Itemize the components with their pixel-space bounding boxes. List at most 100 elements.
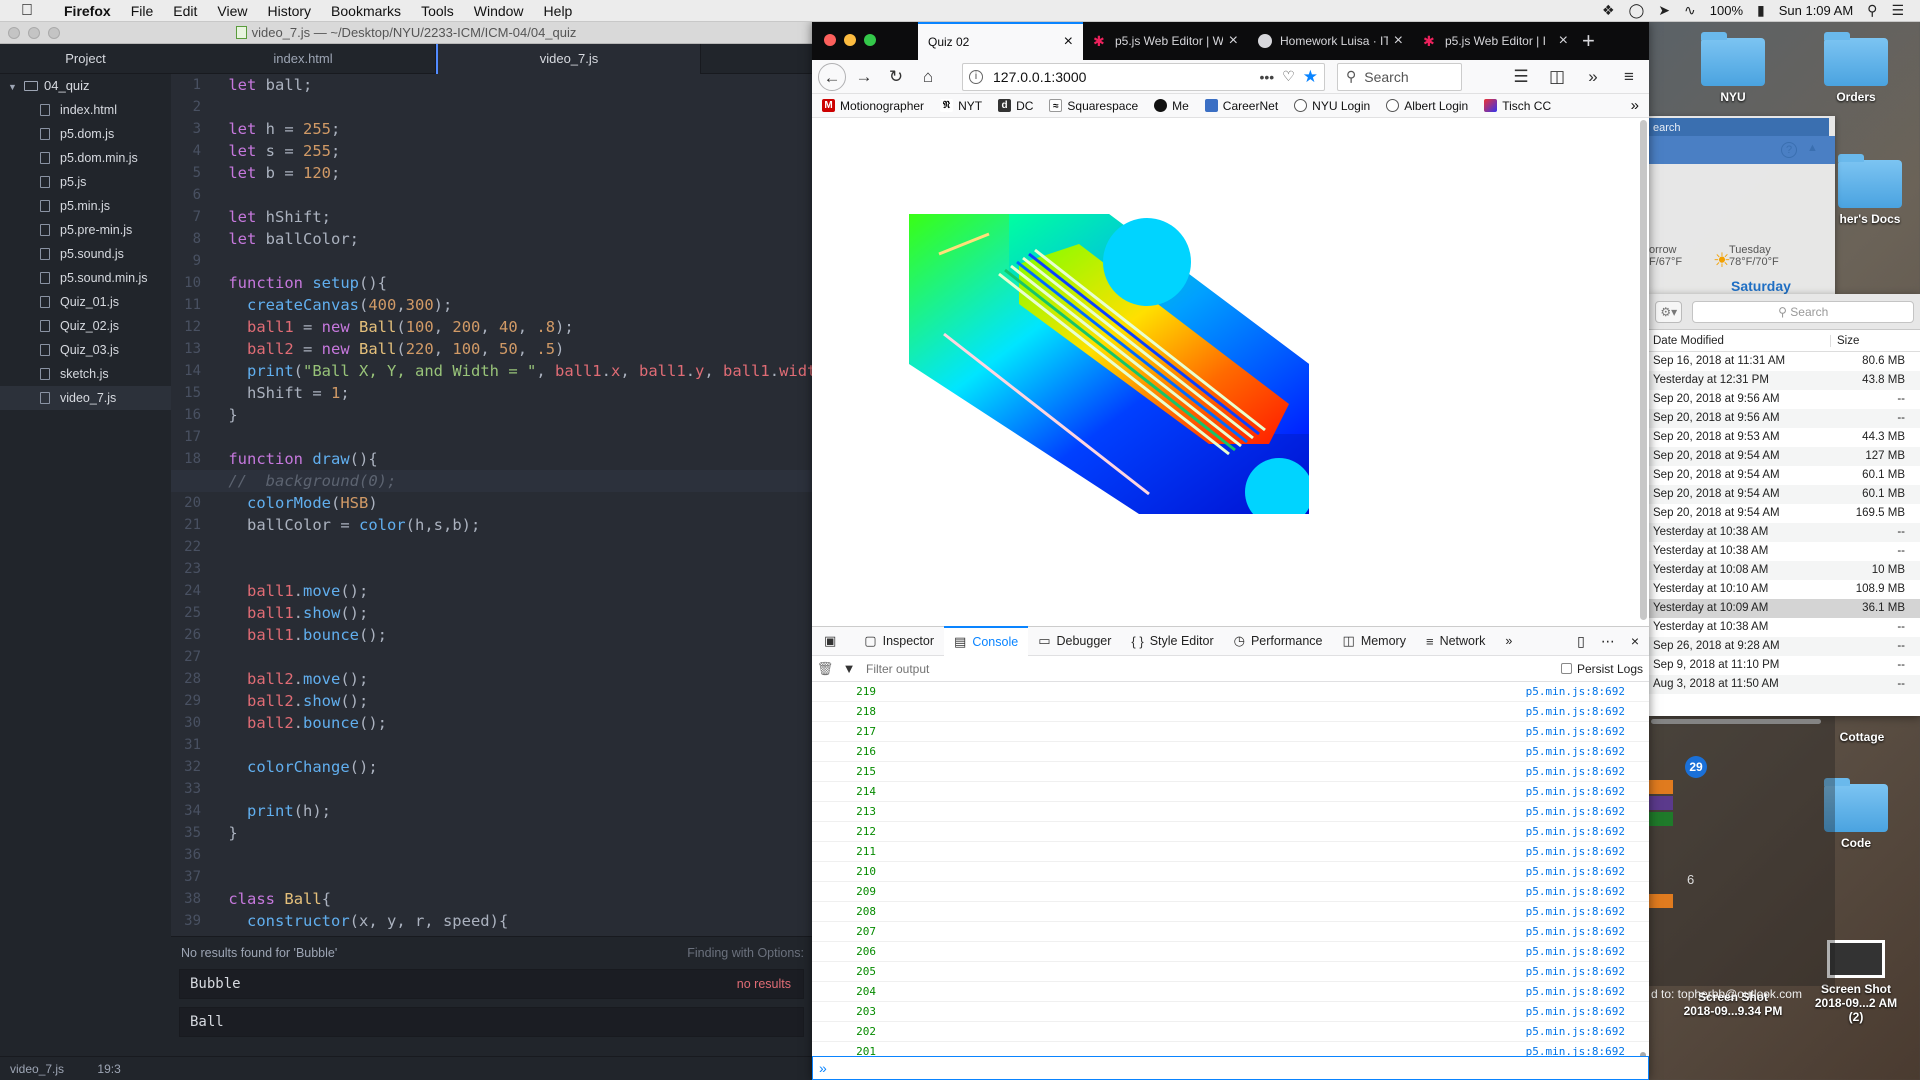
finder-row[interactable]: Sep 20, 2018 at 9:53 AM 44.3 MB <box>1649 428 1920 447</box>
code-line[interactable]: print("Ball X, Y, and Width = ", ball1.x… <box>219 360 812 382</box>
tree-file[interactable]: video_7.js <box>0 386 171 410</box>
devtools-tab-style-editor[interactable]: { } Style Editor <box>1121 626 1223 656</box>
tree-file[interactable]: sketch.js <box>0 362 171 386</box>
code-line[interactable] <box>219 558 812 580</box>
code-line[interactable]: let ball; <box>219 74 812 96</box>
code-line[interactable]: ball2.move(); <box>219 668 812 690</box>
code-line[interactable] <box>219 96 812 118</box>
code-line[interactable]: let b = 120; <box>219 162 812 184</box>
status-file[interactable]: video_7.js <box>10 1062 64 1076</box>
bookmark-motionographer[interactable]: M Motionographer <box>822 99 924 113</box>
finder-row[interactable]: Yesterday at 10:38 AM -- <box>1649 542 1920 561</box>
tree-file[interactable]: p5.dom.min.js <box>0 146 171 170</box>
code-line[interactable]: colorMode(HSB) <box>219 492 812 514</box>
devtools-tab-console[interactable]: ▤ Console <box>944 626 1029 656</box>
creative-cloud-icon[interactable]: ◯ <box>1629 2 1645 19</box>
tab-index-html[interactable]: index.html <box>171 44 436 74</box>
code-line[interactable]: ball1.show(); <box>219 602 812 624</box>
wifi-icon[interactable]: ∿ <box>1684 2 1696 19</box>
project-folder[interactable]: ▼ 04_quiz <box>0 74 171 98</box>
tab-homework[interactable]: Homework Luisa · IT × <box>1248 22 1413 60</box>
console-log-source-link[interactable]: p5.min.js:8:692 <box>1526 682 1625 702</box>
code-line[interactable]: ball2.show(); <box>219 690 812 712</box>
code-line[interactable] <box>219 250 812 272</box>
finder-row[interactable]: Yesterday at 10:38 AM -- <box>1649 618 1920 637</box>
desktop-folder-orders[interactable]: Orders <box>1806 32 1906 104</box>
close-icon[interactable]: × <box>1631 633 1639 650</box>
page-actions-icon[interactable]: ••• <box>1259 69 1274 85</box>
code-line[interactable] <box>219 734 812 756</box>
filter-output-input[interactable]: Filter output <box>866 662 1561 676</box>
zoom-button[interactable] <box>48 27 60 39</box>
code-line[interactable]: constructor(x, y, r, speed){ <box>219 910 812 932</box>
tree-file[interactable]: index.html <box>0 98 171 122</box>
console-log-source-link[interactable]: p5.min.js:8:692 <box>1526 942 1625 962</box>
overflow-chevron-icon[interactable]: » <box>1579 63 1607 91</box>
bookmark-star-icon[interactable]: ★ <box>1303 67 1318 87</box>
console-log-source-link[interactable]: p5.min.js:8:692 <box>1526 862 1625 882</box>
close-icon[interactable]: × <box>1394 32 1403 50</box>
tree-file[interactable]: p5.sound.min.js <box>0 266 171 290</box>
code-line[interactable] <box>219 426 812 448</box>
console-log-source-link[interactable]: p5.min.js:8:692 <box>1526 882 1625 902</box>
console-log-source-link[interactable]: p5.min.js:8:692 <box>1526 1002 1625 1022</box>
notification-center-icon[interactable]: ☰ <box>1891 2 1904 19</box>
code-line[interactable] <box>219 536 812 558</box>
code-line[interactable]: ball2.bounce(); <box>219 712 812 734</box>
menu-help[interactable]: Help <box>534 3 583 19</box>
tree-file[interactable]: Quiz_01.js <box>0 290 171 314</box>
tree-file[interactable]: p5.dom.js <box>0 122 171 146</box>
console-log-source-link[interactable]: p5.min.js:8:692 <box>1526 762 1625 782</box>
code-line[interactable]: print(h); <box>219 800 812 822</box>
desktop-folder-nyu[interactable]: NYU <box>1683 32 1783 104</box>
close-button[interactable] <box>824 34 836 46</box>
find-input[interactable]: Bubble no results <box>179 969 804 999</box>
tab-video-7-js[interactable]: video_7.js <box>436 44 701 74</box>
console-log-source-link[interactable]: p5.min.js:8:692 <box>1526 1042 1625 1056</box>
code-line[interactable] <box>219 646 812 668</box>
sidebar-icon[interactable]: ◫ <box>1543 63 1571 91</box>
finder-row[interactable]: Yesterday at 10:10 AM 108.9 MB <box>1649 580 1920 599</box>
menu-tools[interactable]: Tools <box>411 3 464 19</box>
console-log-source-link[interactable]: p5.min.js:8:692 <box>1526 782 1625 802</box>
notification-search[interactable]: earch <box>1649 118 1829 138</box>
console-log-source-link[interactable]: p5.min.js:8:692 <box>1526 962 1625 982</box>
finder-row[interactable]: Sep 20, 2018 at 9:54 AM 127 MB <box>1649 447 1920 466</box>
devtools-menu-icon[interactable]: ⋯ <box>1601 633 1615 650</box>
location-icon[interactable]: ➤ <box>1658 2 1670 19</box>
bookmark-me[interactable]: Me <box>1154 99 1189 113</box>
code-line[interactable]: let hShift; <box>219 206 812 228</box>
devtools-more-tabs-icon[interactable]: » <box>1495 626 1522 656</box>
code-line[interactable]: class Ball{ <box>219 888 812 910</box>
tab-p5-editor-2[interactable]: ✱ p5.js Web Editor | I × <box>1413 22 1578 60</box>
bookmark-albert-login[interactable]: Albert Login <box>1386 99 1468 113</box>
minimize-button[interactable] <box>844 34 856 46</box>
code-line[interactable]: // background(0); <box>171 470 812 492</box>
console-input[interactable]: » <box>812 1056 1649 1080</box>
code-line[interactable]: colorChange(); <box>219 756 812 778</box>
code-line[interactable]: createCanvas(400,300); <box>219 294 812 316</box>
devtools-tab-performance[interactable]: ◷ Performance <box>1224 626 1333 656</box>
clear-console-icon[interactable]: 🗑 <box>812 661 838 677</box>
console-log-source-link[interactable]: p5.min.js:8:692 <box>1526 922 1625 942</box>
menu-edit[interactable]: Edit <box>163 3 207 19</box>
devtools-tab-debugger[interactable]: ▭ Debugger <box>1028 626 1121 656</box>
finder-row[interactable]: Aug 3, 2018 at 11:50 AM -- <box>1649 675 1920 694</box>
code-line[interactable]: let s = 255; <box>219 140 812 162</box>
close-icon[interactable]: × <box>1229 32 1238 50</box>
minimize-button[interactable] <box>28 27 40 39</box>
code-line[interactable] <box>219 866 812 888</box>
calendar-event[interactable] <box>1649 796 1673 810</box>
finder-row[interactable]: Sep 9, 2018 at 11:10 PM -- <box>1649 656 1920 675</box>
close-button[interactable] <box>8 27 20 39</box>
persist-logs-toggle[interactable]: Persist Logs <box>1560 662 1649 676</box>
calendar-date-6[interactable]: 6 <box>1687 872 1694 887</box>
menu-file[interactable]: File <box>121 3 164 19</box>
element-picker-icon[interactable]: ▣ <box>812 626 854 656</box>
library-icon[interactable]: ☰ <box>1507 63 1535 91</box>
bookmark-nyt[interactable]: 𝔑 NYT <box>940 99 982 113</box>
code-line[interactable]: } <box>219 404 812 426</box>
finder-row[interactable]: Sep 20, 2018 at 9:56 AM -- <box>1649 409 1920 428</box>
calendar-event[interactable] <box>1649 780 1673 794</box>
code-line[interactable] <box>219 778 812 800</box>
